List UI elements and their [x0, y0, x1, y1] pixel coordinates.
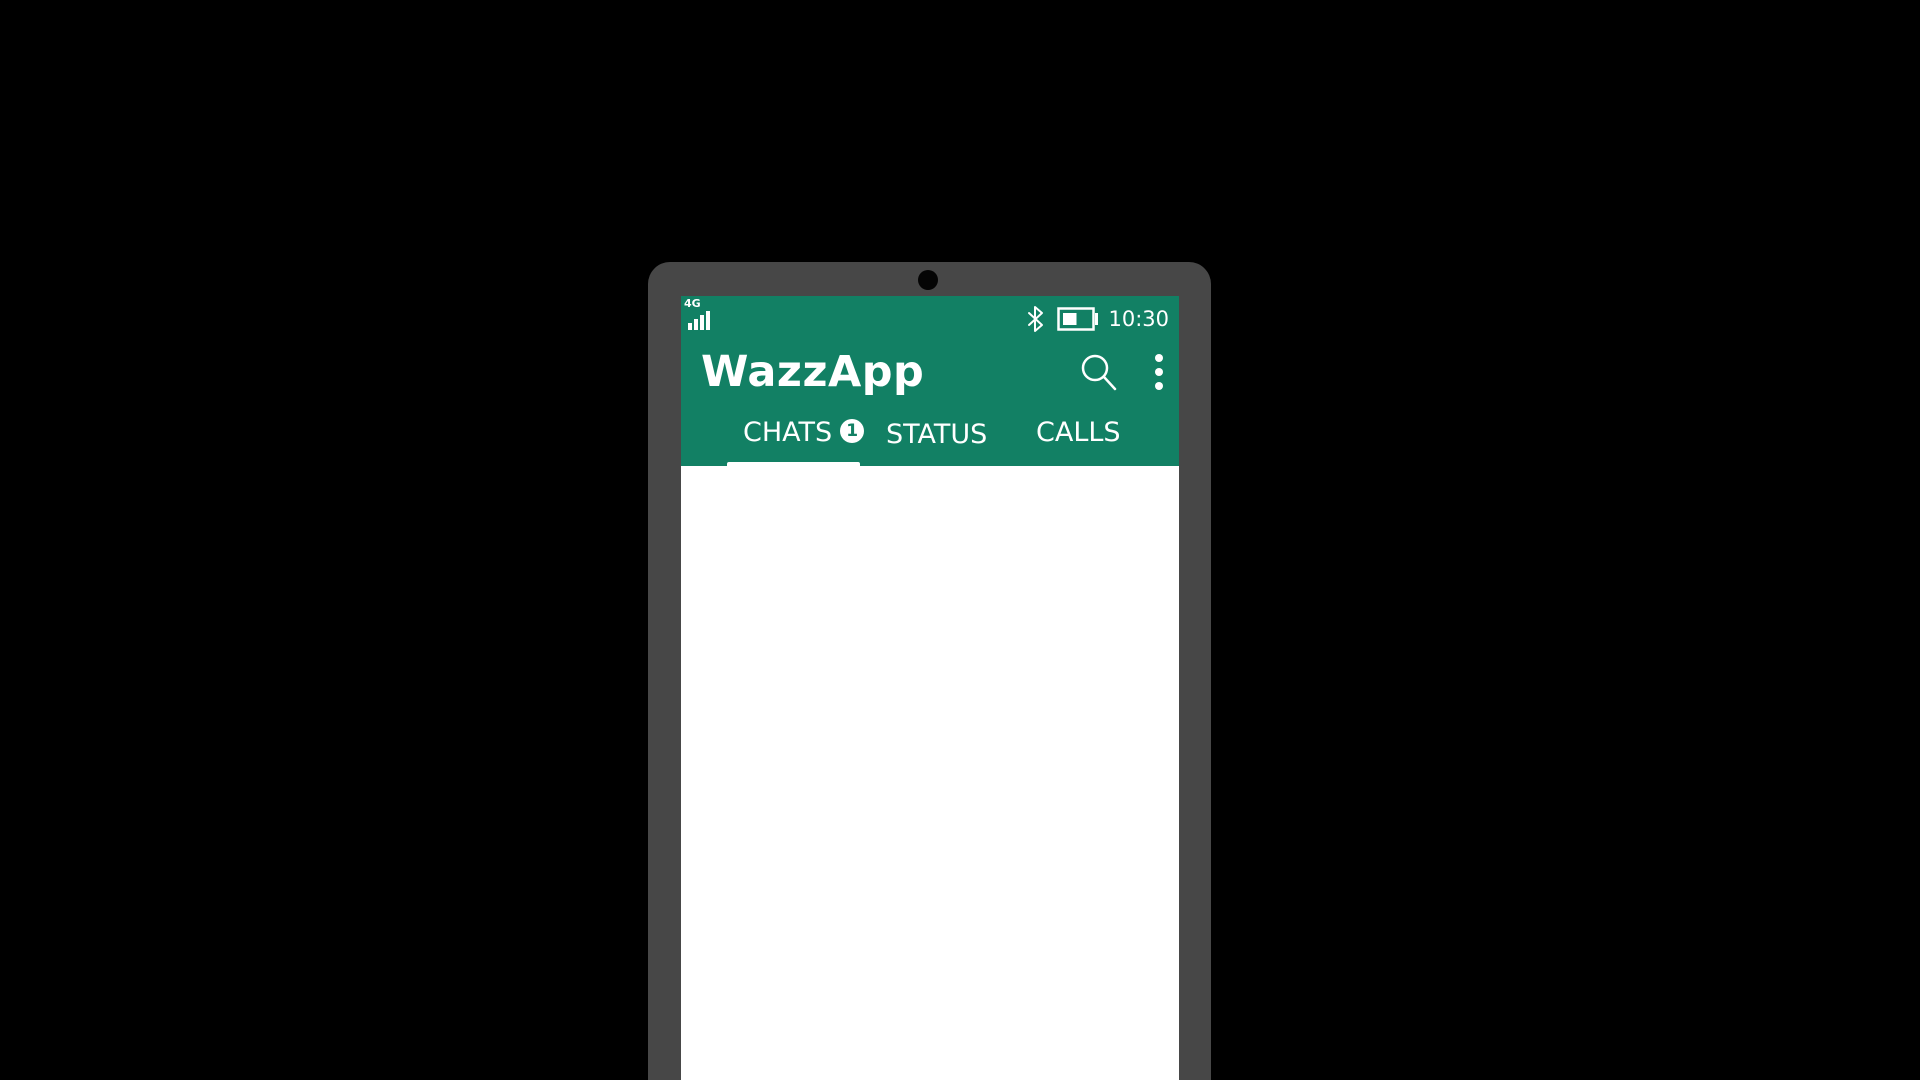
tab-calls[interactable]: CALLS	[1036, 408, 1121, 466]
more-options-button[interactable]	[1151, 352, 1167, 394]
battery-icon	[1057, 307, 1099, 331]
signal-bars-icon: 4G	[684, 298, 720, 332]
status-bar: 4G 10:30	[681, 296, 1179, 340]
status-clock: 10:30	[1108, 307, 1169, 331]
chat-list-area[interactable]	[681, 466, 1179, 1080]
more-vert-icon	[1155, 354, 1163, 390]
front-camera	[918, 270, 938, 290]
phone-frame: 4G 10:30 WazzApp CHATS 1 STATUS CALLS	[648, 262, 1211, 1080]
tab-status-label: STATUS	[886, 418, 988, 450]
app-title: WazzApp	[701, 347, 925, 397]
tab-chats-label: CHATS	[743, 416, 833, 448]
app-bar: 4G 10:30 WazzApp CHATS 1 STATUS CALLS	[681, 296, 1179, 466]
tab-bar: CHATS 1 STATUS CALLS	[681, 408, 1179, 466]
tab-calls-label: CALLS	[1036, 416, 1121, 448]
tab-chats[interactable]: CHATS 1	[743, 408, 865, 466]
search-icon	[1081, 354, 1117, 391]
status-right-group: 10:30	[1024, 304, 1169, 334]
phone-screen: 4G 10:30 WazzApp CHATS 1 STATUS CALLS	[681, 296, 1179, 1080]
bluetooth-icon	[1028, 306, 1044, 332]
unread-badge: 1	[840, 418, 865, 443]
tab-status[interactable]: STATUS	[886, 410, 987, 468]
stage: 4G 10:30 WazzApp CHATS 1 STATUS CALLS	[0, 0, 1920, 1080]
search-button[interactable]	[1079, 351, 1119, 393]
